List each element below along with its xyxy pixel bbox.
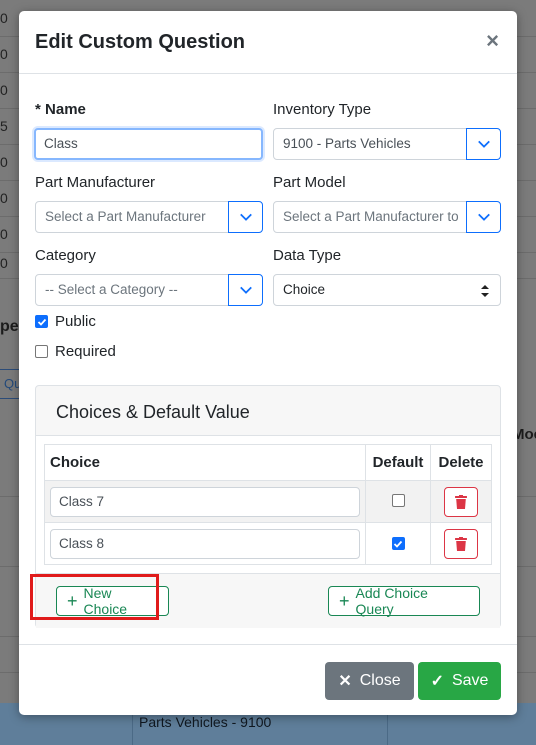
name-input[interactable]: Class bbox=[34, 128, 263, 160]
public-label: Public bbox=[55, 313, 96, 330]
add-choice-query-label: Add Choice Query bbox=[355, 585, 428, 617]
part-model-label: Part Model bbox=[273, 174, 346, 191]
bg-row-number: 0 bbox=[0, 226, 8, 242]
close-button-label: Close bbox=[359, 672, 401, 689]
name-label: * Name bbox=[35, 101, 86, 118]
required-label: Required bbox=[55, 343, 116, 360]
bg-partial-button[interactable]: Qu bbox=[0, 369, 21, 399]
checkmark-icon bbox=[37, 318, 46, 326]
bg-partial-heading: pe bbox=[0, 318, 19, 335]
bg-row-number: 0 bbox=[0, 46, 8, 62]
bg-row-number: 0 bbox=[0, 154, 8, 170]
choice-input[interactable]: Class 7 bbox=[50, 486, 360, 517]
inventory-type-input[interactable]: 9100 - Parts Vehicles bbox=[273, 128, 467, 160]
add-choice-query-button[interactable]: + Add Choice Query bbox=[328, 585, 480, 617]
table-header-row: Choice Default Delete bbox=[44, 444, 492, 481]
name-label-text: Name bbox=[45, 101, 86, 118]
choice-input[interactable]: Class 8 bbox=[50, 528, 360, 559]
delete-cell bbox=[430, 522, 492, 565]
part-model-dropdown-button[interactable] bbox=[466, 201, 501, 233]
close-button[interactable]: ✕ Close bbox=[325, 662, 414, 700]
bg-row-number: 0 bbox=[0, 10, 8, 26]
default-checkbox[interactable] bbox=[391, 493, 405, 507]
public-checkbox-row[interactable]: Public bbox=[35, 313, 96, 330]
part-manufacturer-label: Part Manufacturer bbox=[35, 174, 156, 191]
save-button[interactable]: ✓ Save bbox=[418, 662, 501, 700]
delete-choice-button[interactable] bbox=[444, 528, 478, 559]
chevron-down-icon bbox=[477, 140, 490, 148]
x-icon: ✕ bbox=[338, 673, 352, 690]
choice-cell: Class 8 bbox=[44, 522, 366, 565]
close-icon[interactable]: × bbox=[486, 29, 499, 53]
part-manufacturer-dropdown-button[interactable] bbox=[228, 201, 263, 233]
chevron-down-icon bbox=[239, 286, 252, 294]
part-manufacturer-input[interactable]: Select a Part Manufacturer bbox=[35, 201, 229, 233]
choices-card-title: Choices & Default Value bbox=[56, 402, 250, 422]
bg-row-number: 5 bbox=[0, 118, 8, 134]
category-input[interactable]: -- Select a Category -- bbox=[35, 274, 229, 306]
choices-card-body: Choice Default Delete Class 7 Class 8 bbox=[36, 436, 500, 573]
modal-title: Edit Custom Question bbox=[35, 31, 245, 53]
default-cell bbox=[365, 480, 431, 523]
table-row: Class 8 bbox=[44, 522, 492, 565]
column-header-default: Default bbox=[365, 444, 431, 481]
modal-footer: ✕ Close ✓ Save bbox=[19, 644, 517, 716]
choice-cell: Class 7 bbox=[44, 480, 366, 523]
plus-icon: + bbox=[339, 591, 350, 611]
default-cell bbox=[365, 522, 431, 565]
category-label: Category bbox=[35, 247, 96, 264]
delete-cell bbox=[430, 480, 492, 523]
chevron-down-icon bbox=[239, 213, 252, 221]
save-button-label: Save bbox=[451, 672, 489, 689]
select-arrows-icon bbox=[481, 285, 489, 297]
column-header-choice: Choice bbox=[44, 444, 366, 481]
category-dropdown-button[interactable] bbox=[228, 274, 263, 306]
trash-icon bbox=[455, 494, 467, 509]
public-checkbox[interactable] bbox=[35, 315, 48, 328]
required-marker: * bbox=[35, 101, 41, 118]
chevron-down-icon bbox=[477, 213, 490, 221]
bg-row-number: 0 bbox=[0, 255, 8, 271]
required-checkbox-row[interactable]: Required bbox=[35, 343, 116, 360]
bg-row-number: 0 bbox=[0, 82, 8, 98]
table-row: Class 7 bbox=[44, 480, 492, 523]
default-checkbox[interactable] bbox=[391, 537, 405, 550]
annotation-highlight bbox=[30, 574, 159, 620]
data-type-label: Data Type bbox=[273, 247, 342, 264]
modal-header: Edit Custom Question × bbox=[19, 11, 517, 74]
inventory-type-dropdown-button[interactable] bbox=[466, 128, 501, 160]
bg-row-number: 0 bbox=[0, 190, 8, 206]
checkmark-icon bbox=[393, 540, 403, 548]
choices-table: Choice Default Delete Class 7 Class 8 bbox=[44, 444, 492, 565]
part-model-input[interactable]: Select a Part Manufacturer to bbox=[273, 201, 467, 233]
trash-icon bbox=[455, 536, 467, 551]
data-type-select[interactable]: Choice bbox=[273, 274, 501, 306]
required-checkbox[interactable] bbox=[35, 345, 48, 358]
column-header-delete: Delete bbox=[430, 444, 492, 481]
data-type-value: Choice bbox=[283, 282, 326, 297]
delete-choice-button[interactable] bbox=[444, 486, 478, 517]
inventory-type-label: Inventory Type bbox=[273, 101, 372, 118]
check-icon: ✓ bbox=[430, 673, 444, 690]
